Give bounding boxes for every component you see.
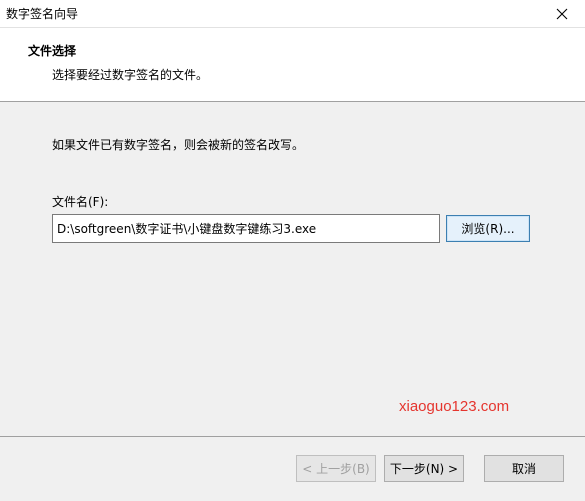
window-title: 数字签名向导 — [6, 7, 79, 21]
filename-input[interactable] — [52, 214, 440, 243]
header-title: 文件选择 — [28, 44, 77, 58]
filename-label: 文件名(F): — [52, 195, 109, 209]
cancel-button[interactable]: 取消 — [484, 455, 564, 482]
wizard-content: 如果文件已有数字签名，则会被新的签名改写。 文件名(F): 浏览(R)... x… — [0, 102, 585, 436]
next-button[interactable]: 下一步(N) > — [384, 455, 464, 482]
close-button[interactable] — [539, 0, 585, 27]
watermark: xiaoguo123.com — [399, 398, 510, 415]
browse-button[interactable]: 浏览(R)... — [446, 215, 530, 242]
header-subtitle: 选择要经过数字签名的文件。 — [52, 68, 209, 82]
info-text: 如果文件已有数字签名，则会被新的签名改写。 — [52, 138, 305, 152]
wizard-footer: < 上一步(B) 下一步(N) > 取消 — [0, 436, 585, 501]
close-icon — [556, 8, 568, 19]
title-bar: 数字签名向导 — [0, 0, 585, 28]
back-button[interactable]: < 上一步(B) — [296, 455, 376, 482]
wizard-header: 文件选择 选择要经过数字签名的文件。 — [0, 28, 585, 102]
